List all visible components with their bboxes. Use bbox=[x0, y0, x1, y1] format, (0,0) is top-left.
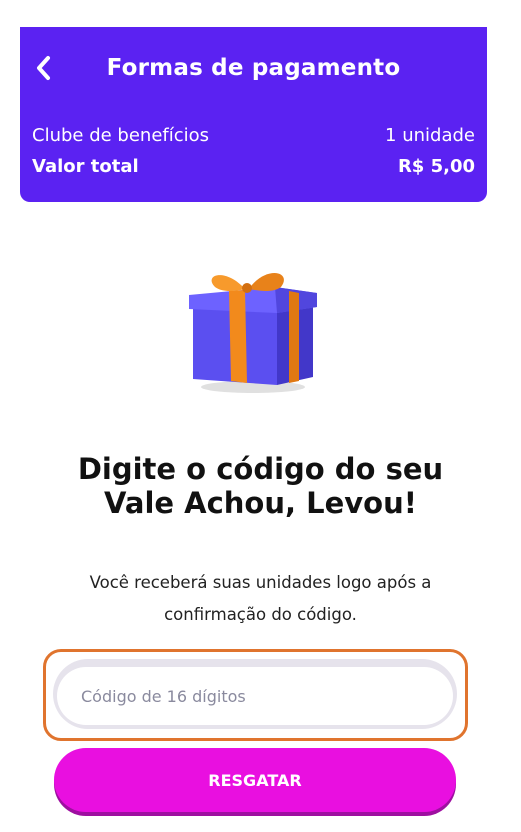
summary-value-total: R$ 5,00 bbox=[397, 156, 475, 177]
subtitle: Você receberá suas unidades logo após a … bbox=[30, 567, 491, 631]
summary-label-total: Valor total bbox=[32, 156, 139, 177]
summary-label-club: Clube de benefícios bbox=[32, 125, 210, 146]
payment-header: Formas de pagamento Clube de benefícios … bbox=[20, 27, 487, 202]
code-input[interactable] bbox=[57, 667, 453, 725]
subtitle-line-1: Você receberá suas unidades logo após a bbox=[89, 573, 432, 592]
headline: Digite o código do seu Vale Achou, Levou… bbox=[0, 452, 521, 520]
headline-line-1: Digite o código do seu bbox=[77, 452, 444, 486]
headline-line-2: Vale Achou, Levou! bbox=[104, 486, 417, 520]
code-input-container bbox=[53, 659, 457, 729]
page-title: Formas de pagamento bbox=[106, 55, 401, 81]
subtitle-line-2: confirmação do código. bbox=[164, 605, 357, 624]
summary-row-total: Valor total R$ 5,00 bbox=[32, 156, 475, 177]
redeem-button[interactable]: RESGATAR bbox=[54, 748, 456, 812]
summary-row-club: Clube de benefícios 1 unidade bbox=[32, 125, 475, 146]
gift-box-icon bbox=[185, 265, 325, 395]
summary-value-units: 1 unidade bbox=[385, 125, 475, 146]
